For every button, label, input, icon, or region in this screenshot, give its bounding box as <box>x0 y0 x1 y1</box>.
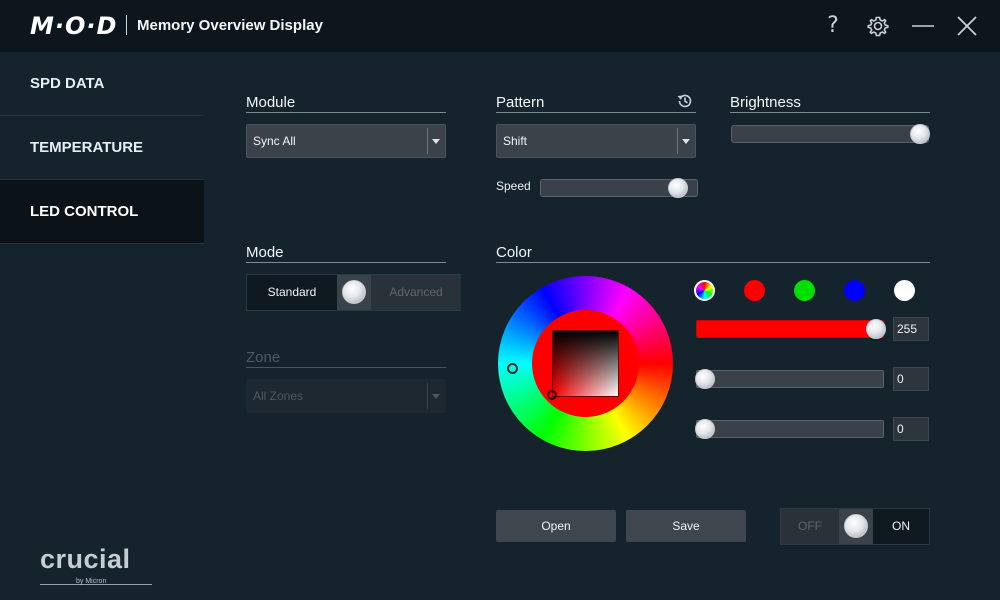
open-button[interactable]: Open <box>496 510 616 542</box>
hue-marker[interactable] <box>507 363 518 374</box>
pattern-dropdown-value: Shift <box>503 134 528 148</box>
module-label: Module <box>246 94 296 111</box>
zone-dropdown: All Zones <box>246 379 446 413</box>
chevron-down-icon <box>432 394 440 399</box>
sidebar: SPD DATA TEMPERATURE LED CONTROL crucial… <box>0 52 204 600</box>
power-on-option[interactable]: ON <box>873 509 929 544</box>
zone-label: Zone <box>246 349 281 366</box>
saturation-value-picker[interactable] <box>552 330 619 397</box>
app-title: Memory Overview Display <box>137 17 323 34</box>
module-dropdown-value: Sync All <box>253 134 296 148</box>
app-logo: M·O·D <box>30 12 118 40</box>
brand-name: crucial <box>40 544 131 574</box>
minimize-icon[interactable] <box>910 12 936 40</box>
help-glyph: ? <box>827 13 839 38</box>
color-label: Color <box>496 244 532 261</box>
green-value-field[interactable]: 0 <box>893 367 929 391</box>
red-value-field[interactable]: 255 <box>893 317 929 341</box>
mode-toggle-switch[interactable] <box>337 275 371 310</box>
chevron-down-icon <box>432 139 440 144</box>
history-icon[interactable] <box>676 92 694 110</box>
green-channel-slider[interactable] <box>696 370 884 388</box>
title-bar: M·O·D Memory Overview Display ? <box>0 0 1000 52</box>
swatch-green[interactable] <box>794 280 815 301</box>
sidebar-item-spd-data[interactable]: SPD DATA <box>0 52 204 116</box>
color-marker[interactable] <box>547 390 557 400</box>
gear-icon[interactable] <box>865 12 891 40</box>
toggle-knob <box>342 280 366 304</box>
brightness-rule <box>730 112 930 113</box>
blue-value-field[interactable]: 0 <box>893 417 929 441</box>
color-wheel[interactable] <box>498 276 673 451</box>
sidebar-item-label: LED CONTROL <box>30 203 139 220</box>
sidebar-item-label: TEMPERATURE <box>30 139 144 156</box>
save-button[interactable]: Save <box>626 510 746 542</box>
pattern-rule <box>496 112 696 113</box>
crucial-logo: crucial by Micron <box>40 544 160 590</box>
brightness-slider-handle[interactable] <box>910 124 930 144</box>
mode-label: Mode <box>246 244 284 261</box>
red-channel-slider[interactable] <box>696 320 884 338</box>
title-separator <box>126 15 127 35</box>
brightness-label: Brightness <box>730 94 801 111</box>
blue-channel-handle[interactable] <box>695 419 715 439</box>
pattern-dropdown[interactable]: Shift <box>496 124 696 158</box>
red-channel-fill <box>697 321 883 337</box>
swatch-red[interactable] <box>744 280 765 301</box>
help-icon[interactable]: ? <box>820 12 846 40</box>
chevron-down-icon <box>682 139 690 144</box>
mode-standard-option[interactable]: Standard <box>247 275 337 310</box>
red-channel-handle[interactable] <box>866 319 886 339</box>
pattern-label: Pattern <box>496 94 545 111</box>
led-control-panel: Module Sync All Pattern Shift Speed Brig… <box>204 52 1000 600</box>
swatch-blue[interactable] <box>844 280 865 301</box>
blue-channel-slider[interactable] <box>696 420 884 438</box>
module-dropdown[interactable]: Sync All <box>246 124 446 158</box>
brightness-slider[interactable] <box>731 125 929 143</box>
mode-rule <box>246 262 446 263</box>
speed-label: Speed <box>496 179 531 193</box>
module-rule <box>246 112 446 113</box>
mode-advanced-option[interactable]: Advanced <box>371 275 461 310</box>
color-rule <box>496 262 930 263</box>
speed-slider-handle[interactable] <box>668 178 688 198</box>
green-channel-handle[interactable] <box>695 369 715 389</box>
brand-byline: by Micron <box>76 578 107 585</box>
power-toggle[interactable]: OFF ON <box>780 508 930 545</box>
zone-dropdown-value: All Zones <box>253 389 304 403</box>
swatch-rainbow[interactable] <box>694 280 715 301</box>
mode-toggle[interactable]: Standard Advanced <box>246 274 461 311</box>
sidebar-item-label: SPD DATA <box>30 75 105 92</box>
sidebar-item-led-control[interactable]: LED CONTROL <box>0 180 204 244</box>
power-toggle-switch[interactable] <box>839 509 873 544</box>
power-off-option[interactable]: OFF <box>781 509 839 544</box>
swatch-white[interactable] <box>894 280 915 301</box>
toggle-knob <box>844 514 868 538</box>
zone-rule <box>246 367 446 368</box>
close-icon[interactable] <box>954 12 980 40</box>
sidebar-item-temperature[interactable]: TEMPERATURE <box>0 116 204 180</box>
